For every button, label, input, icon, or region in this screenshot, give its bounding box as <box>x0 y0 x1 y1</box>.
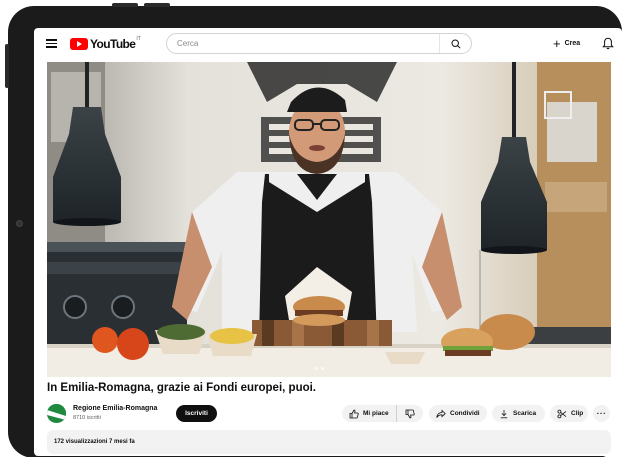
download-button[interactable]: Scarica <box>492 405 545 422</box>
youtube-logo-icon <box>70 38 88 50</box>
bell-icon[interactable] <box>602 37 614 50</box>
channel-avatar[interactable] <box>47 404 66 423</box>
subscriber-count: 8710 iscritti <box>73 415 101 421</box>
region-logo-icon <box>47 404 66 423</box>
channel-row: Regione Emilia-Romagna 8710 iscritti Isc… <box>47 402 611 424</box>
video-progress-dots <box>315 367 324 370</box>
plus-icon: + <box>553 36 561 51</box>
clip-label: Clip <box>571 410 584 417</box>
screen: YouTube IT + Crea <box>34 28 622 456</box>
download-icon <box>500 409 508 418</box>
video-title: In Emilia-Romagna, grazie ai Fondi europ… <box>47 382 317 394</box>
more-button[interactable]: ··· <box>593 405 610 422</box>
tablet-button <box>112 3 138 7</box>
thumbs-down-icon <box>405 409 415 418</box>
like-button[interactable]: Mi piace <box>342 405 397 422</box>
tablet-button <box>5 44 9 88</box>
share-button[interactable]: Condividi <box>429 405 487 422</box>
description-box[interactable]: 172 visualizzazioni 7 mesi fa <box>47 430 611 454</box>
dislike-button[interactable] <box>397 405 423 422</box>
create-label: Crea <box>564 40 581 47</box>
tablet-frame: YouTube IT + Crea <box>5 3 622 457</box>
search-box <box>166 33 472 54</box>
like-label: Mi piace <box>363 410 389 417</box>
logo-region: IT <box>136 36 141 42</box>
video-stats: 172 visualizzazioni 7 mesi fa <box>54 439 135 445</box>
download-label: Scarica <box>513 410 537 417</box>
top-bar: YouTube IT + Crea <box>34 28 622 60</box>
channel-name[interactable]: Regione Emilia-Romagna <box>73 405 157 412</box>
search-icon <box>450 38 461 49</box>
clip-button[interactable]: Clip <box>550 405 588 422</box>
share-label: Condividi <box>450 410 480 417</box>
tablet-camera <box>16 220 23 227</box>
video-player[interactable] <box>47 62 611 377</box>
video-frame <box>47 62 611 377</box>
more-icon: ··· <box>596 409 607 418</box>
thumbs-up-icon <box>349 409 359 418</box>
share-icon <box>436 409 446 418</box>
like-dislike-group: Mi piace <box>342 405 423 422</box>
subscribe-button[interactable]: Iscriviti <box>176 405 217 422</box>
create-button[interactable]: + Crea <box>553 36 580 51</box>
logo-text: YouTube <box>90 37 136 51</box>
search-button[interactable] <box>439 34 471 53</box>
search-input[interactable] <box>167 34 439 53</box>
youtube-logo[interactable]: YouTube IT <box>70 36 141 51</box>
tablet-button <box>144 3 170 7</box>
menu-icon[interactable] <box>46 39 57 48</box>
scissors-icon <box>557 409 567 418</box>
